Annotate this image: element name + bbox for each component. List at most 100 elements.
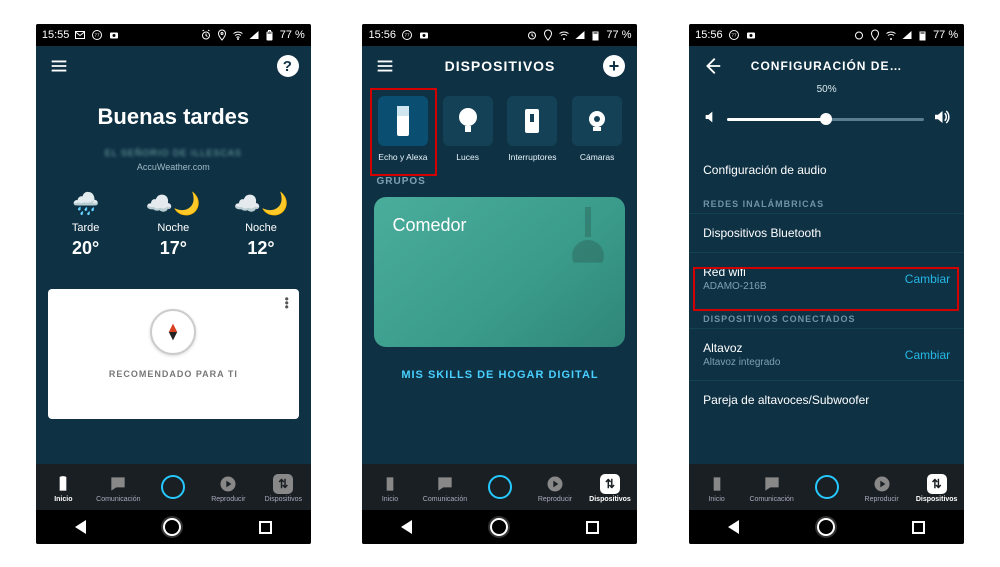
tab-dispositivos[interactable]: Dispositivos [584,474,636,503]
device-tile-label: Luces [456,152,479,162]
weather-provider: AccuWeather.com [36,162,311,172]
menu-icon[interactable] [48,55,70,77]
device-tile-interruptores[interactable]: Interruptores [504,92,561,162]
phone-home: 15:55 77 77 % ? Buenas tardes EL SEÑORIO… [36,24,311,544]
bulb-icon [443,96,493,146]
section-header-wireless: REDES INALÁMBRICAS [689,189,964,213]
row-wifi[interactable]: Red wifi ADAMO-216B Cambiar [689,253,964,304]
row-subtitle: ADAMO-216B [703,281,766,292]
row-title: Configuración de audio [703,163,826,177]
device-tile-luces[interactable]: Luces [439,92,496,162]
volume-row [689,100,964,133]
app-header: CONFIGURACIÓN DE… [689,46,964,86]
tab-comunicacion[interactable]: Comunicación [92,474,144,503]
devices-tab-icon [273,474,293,494]
rain-icon: 🌧️ [46,190,126,218]
android-nav [362,510,637,544]
volume-slider[interactable] [727,110,924,128]
back-nav-icon[interactable] [75,520,86,534]
home-tab-icon [380,474,400,494]
home-nav-icon[interactable] [817,518,835,536]
tab-reproducir[interactable]: Reproducir [856,474,908,503]
chat-tab-icon [108,474,128,494]
wifi-icon [232,29,244,41]
back-nav-icon[interactable] [728,520,739,534]
add-device-button[interactable]: + [603,55,625,77]
tab-comunicacion[interactable]: Comunicación [746,474,798,503]
tab-comunicacion[interactable]: Comunicación [419,474,471,503]
section-header-connected: DISPOSITIVOS CONECTADOS [689,304,964,328]
tab-label: Comunicación [423,496,467,503]
back-nav-icon[interactable] [401,520,412,534]
skills-link[interactable]: MIS SKILLS DE HOGAR DIGITAL [362,369,637,381]
chat-tab-icon [762,474,782,494]
android-nav [36,510,311,544]
row-title: Altavoz [703,341,780,355]
card-label: RECOMENDADO PARA TI [109,369,238,379]
weather-temp: 12° [221,238,301,259]
tab-alexa[interactable] [801,475,853,501]
group-name: Comedor [392,215,607,236]
weather-col[interactable]: 🌧️ Tarde 20° [46,190,126,259]
weather-temp: 17° [133,238,213,259]
device-tile-camaras[interactable]: Cámaras [569,92,626,162]
menu-icon[interactable] [374,55,396,77]
tab-dispositivos[interactable]: Dispositivos [911,474,963,503]
recent-nav-icon[interactable] [912,521,925,534]
battery-icon [264,29,276,41]
card-more-icon[interactable]: ••• [285,297,289,309]
tab-reproducir[interactable]: Reproducir [529,474,581,503]
home-tab-icon [707,474,727,494]
tab-label: Dispositivos [916,496,958,503]
wifi-change-action[interactable]: Cambiar [905,272,950,286]
recent-nav-icon[interactable] [586,521,599,534]
device-category-row: Echo y Alexa Luces Interruptores Cámaras [362,92,637,162]
row-title: Dispositivos Bluetooth [703,226,821,240]
bottom-tabs: Inicio Comunicación Reproducir Dispositi… [36,464,311,510]
wifi-icon [885,29,897,41]
camera-icon [108,29,120,41]
tab-reproducir[interactable]: Reproducir [202,474,254,503]
row-bluetooth[interactable]: Dispositivos Bluetooth [689,214,964,252]
partly-cloudy-night-icon: ☁️🌙 [221,190,301,218]
play-tab-icon [218,474,238,494]
partly-cloudy-night-icon: ☁️🌙 [133,190,213,218]
header-title: DISPOSITIVOS [396,58,603,74]
row-audio-config[interactable]: Configuración de audio [689,151,964,189]
skill-avatar [150,309,196,355]
volume-high-icon [932,108,950,129]
alexa-tab-icon [488,475,512,499]
row-pair-speakers[interactable]: Pareja de altavoces/Subwoofer [689,381,964,419]
tab-inicio[interactable]: Inicio [37,474,89,503]
back-button[interactable] [701,55,723,77]
status-bar: 15:55 77 77 % [36,24,311,46]
location-icon [216,29,228,41]
alarm-icon [200,29,212,41]
home-tab-icon [53,474,73,494]
tab-inicio[interactable]: Inicio [364,474,416,503]
status-bar: 15:56 77 77 % [362,24,637,46]
battery-icon [917,29,929,41]
app-header: DISPOSITIVOS + [362,46,637,86]
tab-inicio[interactable]: Inicio [691,474,743,503]
weather-col[interactable]: ☁️🌙 Noche 17° [133,190,213,259]
app-header: ? [36,46,311,86]
weather-label: Noche [221,222,301,234]
group-card-comedor[interactable]: Comedor [374,197,625,347]
recommendation-card[interactable]: ••• RECOMENDADO PARA TI [48,289,299,419]
svg-text:77: 77 [405,33,411,38]
home-nav-icon[interactable] [163,518,181,536]
weather-label: Noche [133,222,213,234]
home-nav-icon[interactable] [490,518,508,536]
help-button[interactable]: ? [277,55,299,77]
speaker-change-action[interactable]: Cambiar [905,348,950,362]
row-speaker[interactable]: Altavoz Altavoz integrado Cambiar [689,329,964,380]
tab-dispositivos[interactable]: Dispositivos [257,474,309,503]
device-tile-label: Interruptores [508,152,556,162]
tab-alexa[interactable] [474,475,526,501]
device-tile-echo[interactable]: Echo y Alexa [374,92,431,162]
recent-nav-icon[interactable] [259,521,272,534]
tab-alexa[interactable] [147,475,199,501]
weather-col[interactable]: ☁️🌙 Noche 12° [221,190,301,259]
weather-temp: 20° [46,238,126,259]
